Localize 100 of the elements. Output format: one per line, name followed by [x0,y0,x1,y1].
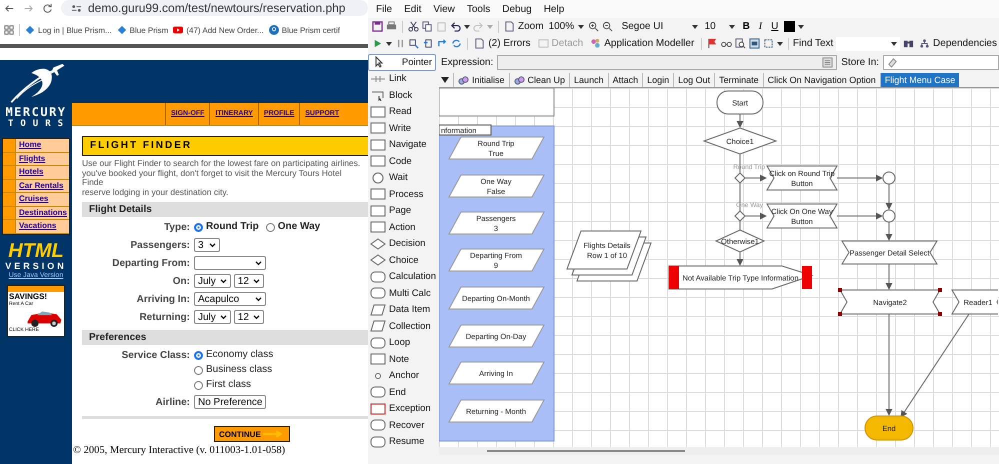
palette-item[interactable]: Read [368,104,439,120]
radio-option[interactable]: First class [194,378,251,392]
radio-option[interactable]: Business class [194,363,272,377]
font-dropdown[interactable]: Segoe UI [620,20,700,33]
zoom-out-icon[interactable] [602,21,613,32]
caret-icon [798,24,804,28]
step-icon[interactable] [423,38,434,49]
expression-field[interactable] [497,54,838,70]
apps-grid-icon[interactable] [4,25,14,35]
palette-item[interactable]: Action [368,219,439,236]
nav-link[interactable]: Home [3,139,69,152]
nav-link[interactable]: Flights [3,152,69,166]
step-icon[interactable] [409,38,420,49]
palette-item[interactable]: Note [368,351,439,368]
menu-item[interactable]: File [376,4,392,14]
palette-item[interactable]: Anchor [368,368,439,384]
radio-option[interactable]: One Way [266,220,320,234]
palette-item[interactable]: Write [368,120,439,136]
nav-link[interactable]: Car Rentals [3,180,69,193]
palette-item[interactable]: Process [368,186,439,202]
dropdown[interactable]: 3 [194,238,220,252]
grid-icon[interactable] [748,38,760,49]
nav-link[interactable]: Cruises [3,193,69,206]
menu-item[interactable]: Help [544,4,564,14]
copy-icon[interactable] [422,21,433,32]
menu-item[interactable]: Tools [466,4,490,14]
page-tab[interactable]: Flight Menu Case [880,73,960,87]
selection-icon[interactable] [762,38,774,49]
palette-item[interactable]: Loop [368,334,439,351]
dropdown[interactable]: 12 [234,310,264,324]
bookmark[interactable]: Blue Prism certif [268,25,340,35]
palette-item[interactable]: Navigate [368,136,439,153]
save-icon[interactable] [372,21,383,32]
color-swatch[interactable] [784,21,796,32]
palette-item[interactable]: Pointer [368,54,436,70]
back-icon[interactable] [4,2,15,14]
format-button[interactable]: U [768,21,782,32]
palette-item[interactable]: Link [368,70,439,87]
menu-item[interactable]: Debug [502,4,532,14]
palette-item[interactable]: Exception [368,400,439,417]
bookmark[interactable]: Blue Prism [116,25,168,35]
calculator-icon [822,56,834,68]
page-icon[interactable] [504,21,515,32]
expression-label: Expression: [441,56,494,68]
palette-item[interactable]: Page [368,202,439,219]
undo-icon[interactable] [450,21,461,32]
palette-item[interactable]: Wait [368,170,439,186]
font-size-dropdown[interactable]: 10 [702,20,737,33]
dropdown[interactable]: No Preference [194,395,266,409]
palette-item[interactable]: Collection [368,318,439,334]
bookmark[interactable]: (47) Add New Order... [173,25,264,35]
tab-list-caret-icon[interactable] [441,77,449,83]
scrollbar-thumb[interactable] [487,450,685,452]
menu-item[interactable]: Edit [404,4,422,14]
palette-item[interactable]: Multi Calc [368,285,439,302]
dropdown[interactable]: 12 [234,274,264,288]
palette-item[interactable]: Calculation [368,268,439,285]
dropdown[interactable] [194,256,266,270]
nav-link[interactable]: Hotels [3,166,69,180]
toolbar-button[interactable]: Application Modeller [588,38,696,49]
palette-item[interactable]: End [368,384,439,400]
zoom-dropdown[interactable]: 100% [546,20,585,33]
palette-item[interactable]: Resume [368,434,439,450]
step-icon[interactable] [437,38,448,49]
store-in-field[interactable] [883,54,999,70]
search-icon[interactable] [734,38,746,49]
binoculars-icon[interactable] [903,38,914,49]
dropdown[interactable]: July [194,274,231,288]
palette-item[interactable]: Code [368,153,439,170]
dropdown[interactable]: Acapulco [194,292,266,306]
address-bar[interactable]: demo.guru99.com/test/newtours/reservation.php [61,0,368,16]
anchor-circle [882,210,896,222]
menu-item[interactable]: View [433,4,455,14]
radio-option[interactable]: Round Trip [194,220,259,234]
flag-icon[interactable] [706,38,718,49]
nav-link[interactable]: Vacations [3,220,69,234]
bookmark[interactable]: Log in | Blue Prism... [25,25,112,35]
dropdown[interactable]: July [194,310,231,324]
refresh-icon[interactable] [451,38,462,49]
radio-option[interactable]: Economy class [194,348,274,362]
zoom-label: Zoom [518,21,544,32]
format-button[interactable]: I [756,21,766,32]
palette-item[interactable]: Block [368,87,439,104]
toolbar-button[interactable]: (2) Errors [472,38,533,49]
palette-item[interactable]: Recover [368,417,439,434]
palette-item[interactable]: Choice [368,252,439,268]
print-icon[interactable] [386,21,397,32]
reload-icon[interactable] [42,2,53,14]
connector-arrow [744,174,767,182]
play-icon[interactable] [372,38,383,49]
cut-icon[interactable] [408,21,419,32]
section-header: Preferences [82,330,368,345]
continue-button[interactable]: CONTINUE [214,426,290,442]
dependencies-button[interactable]: Dependencies [917,38,999,49]
nav-link[interactable]: Destinations [3,206,69,220]
format-button[interactable]: B [740,21,753,32]
find-text-field[interactable] [836,36,900,50]
palette-item[interactable]: Decision [368,236,439,252]
palette-item[interactable]: Data Item [368,302,439,318]
zoom-in-icon[interactable] [588,21,599,32]
